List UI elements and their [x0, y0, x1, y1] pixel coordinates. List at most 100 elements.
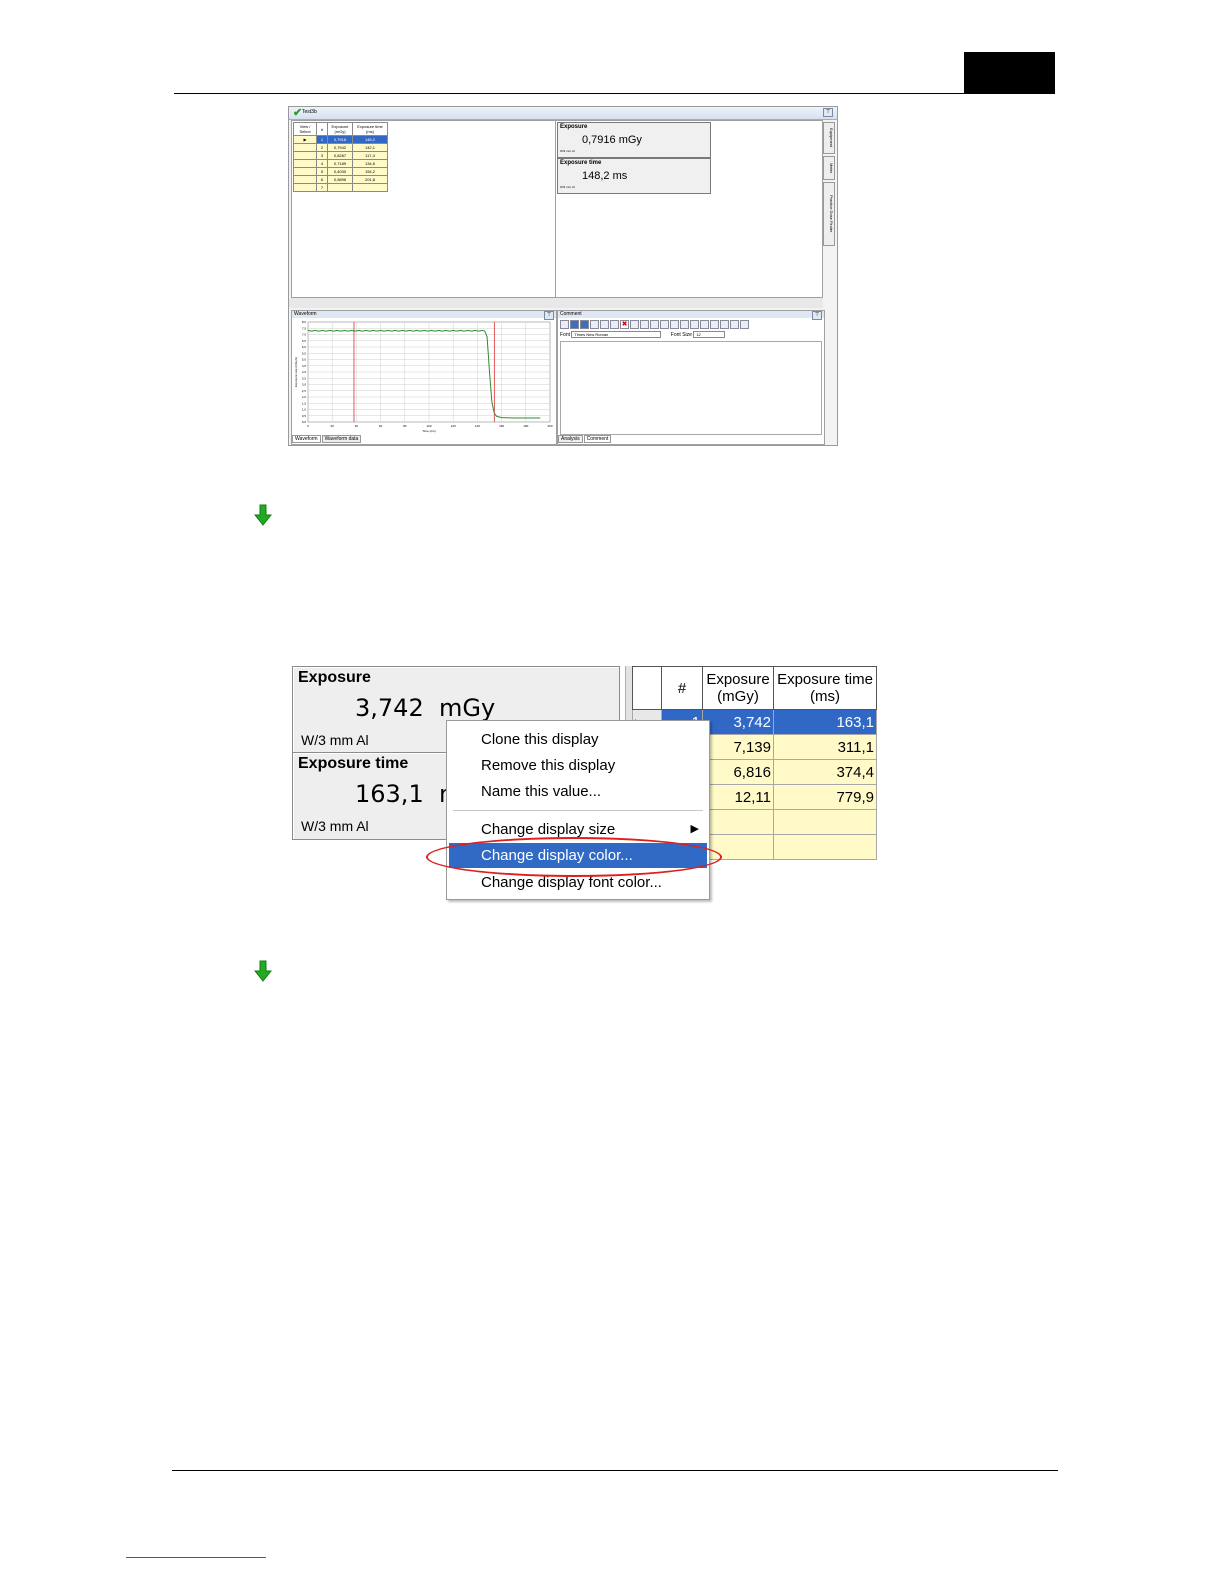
tab-waveform[interactable]: Waveform [292, 435, 321, 443]
row-number-cell[interactable]: 7 [316, 183, 328, 192]
exposure-cell[interactable]: 0,4030 [327, 167, 353, 176]
exposure-time-cell[interactable]: 779,9 [773, 784, 877, 810]
menu-item-remove-display[interactable]: Remove this display [449, 753, 707, 778]
table-row[interactable]: 7 [293, 183, 388, 192]
row-selector-icon[interactable] [293, 159, 317, 168]
row-number-cell[interactable]: 4 [316, 159, 328, 168]
exposure-cell[interactable] [702, 809, 774, 835]
display-label: Exposure time [560, 160, 602, 166]
exposure-time-cell[interactable]: 148,2 [352, 135, 388, 144]
table-row[interactable]: 2 0,7942 142,1 [293, 143, 388, 152]
exposure-time-cell[interactable]: 311,1 [773, 734, 877, 760]
exposure-cell[interactable]: 0,7916 [327, 135, 353, 144]
exposure-cell[interactable]: 0,8287 [327, 151, 353, 160]
row-number-cell[interactable]: 5 [316, 167, 328, 176]
y-tick-label: 7,0 [302, 333, 307, 337]
copy-icon[interactable] [590, 320, 599, 329]
tab-analysis[interactable]: Analysis [558, 435, 583, 443]
side-tab-meter[interactable]: Meter [823, 156, 835, 180]
row-number-cell[interactable]: 2 [316, 143, 328, 152]
font-size-select[interactable]: 12 [693, 331, 726, 338]
format-icon[interactable] [610, 320, 619, 329]
exposure-cell[interactable]: 0,7189 [327, 159, 353, 168]
exposure-time-display[interactable]: Exposure time 148,2 ms W/3 mm Al [557, 158, 711, 194]
menu-item-clone-display[interactable]: Clone this display [449, 727, 707, 752]
exposure-time-cell[interactable]: 374,4 [773, 759, 877, 785]
justify-icon[interactable] [700, 320, 709, 329]
paste-icon[interactable] [600, 320, 609, 329]
highlight-icon[interactable] [720, 320, 729, 329]
col-header-exposure[interactable]: Exposure (mGy) [702, 666, 774, 710]
underline-icon[interactable] [650, 320, 659, 329]
y-tick-label: 2,5 [302, 389, 307, 393]
table-row[interactable]: 5 0,4030 154,2 [293, 167, 388, 176]
exposure-cell[interactable] [327, 183, 353, 192]
table-row[interactable]: 6 0,5896 201,8 [293, 175, 388, 184]
row-number-cell[interactable]: 3 [316, 151, 328, 160]
align-center-icon[interactable] [680, 320, 689, 329]
menu-item-label: Name this value... [481, 783, 602, 800]
row-number-cell[interactable]: 6 [316, 175, 328, 184]
col-header-exposure-time[interactable]: Exposure time (ms) [352, 122, 388, 136]
exposure-time-cell[interactable] [352, 183, 388, 192]
row-number-cell[interactable]: 1 [316, 135, 328, 144]
table-row[interactable]: 3 0,8287 117,4 [293, 151, 388, 160]
tab-comment[interactable]: Comment [583, 435, 612, 443]
footer-link-underline[interactable] [126, 1557, 266, 1558]
col-header-number[interactable]: # [661, 666, 703, 710]
pin-icon[interactable]: ⊤ [823, 108, 833, 117]
col-header-number[interactable]: # [316, 122, 328, 136]
align-right-icon[interactable] [690, 320, 699, 329]
side-tab-equipment[interactable]: Equipment [823, 122, 835, 154]
col-header-exposure[interactable]: Exposure (mGy) [327, 122, 353, 136]
side-tab-practice-dose-finder[interactable]: Practice Dose Finder [823, 182, 835, 246]
exposure-display[interactable]: Exposure 0,7916 mGy W/3 mm Al [557, 122, 711, 158]
col-header-exposure-time[interactable]: Exposure time (ms) [773, 666, 877, 710]
comment-pane-header: Comment ⊤ [558, 311, 824, 320]
menu-item-name-value[interactable]: Name this value... [449, 779, 707, 804]
exposure-time-cell[interactable]: 142,1 [352, 143, 388, 152]
y-tick-label: 0,0 [302, 420, 307, 424]
exposure-cell[interactable]: 7,139 [702, 734, 774, 760]
exposure-time-cell[interactable] [773, 809, 877, 835]
exposure-time-cell[interactable]: 134,6 [352, 159, 388, 168]
strikethrough-icon[interactable] [660, 320, 669, 329]
save-icon[interactable] [580, 320, 589, 329]
font-select[interactable]: Times New Roman [571, 331, 662, 338]
new-icon[interactable] [560, 320, 569, 329]
tab-waveform-data[interactable]: Waveform data [321, 435, 362, 443]
exposure-cell[interactable]: 0,7942 [327, 143, 353, 152]
row-selector-icon[interactable]: ▶ [293, 135, 317, 144]
row-selector-icon[interactable] [293, 143, 317, 152]
y-tick-label: 5,5 [302, 351, 307, 355]
y-tick-label: 1,0 [302, 408, 307, 412]
display-filter-note: W/3 mm Al [560, 149, 575, 153]
bold-icon[interactable] [630, 320, 639, 329]
row-selector-icon[interactable] [293, 175, 317, 184]
exposure-time-cell[interactable]: 154,2 [352, 167, 388, 176]
exposure-time-cell[interactable]: 117,4 [352, 151, 388, 160]
table-row[interactable]: ▶ 1 0,7916 148,2 [293, 135, 388, 144]
exposure-cell[interactable]: 12,11 [702, 784, 774, 810]
pane-splitter[interactable] [289, 298, 823, 308]
undo-icon[interactable] [730, 320, 739, 329]
table-row[interactable]: 4 0,7189 134,6 [293, 159, 388, 168]
open-icon[interactable] [570, 320, 579, 329]
exposure-time-cell[interactable]: 163,1 [773, 709, 877, 735]
exposure-cell[interactable]: 6,816 [702, 759, 774, 785]
font-color-icon[interactable] [710, 320, 719, 329]
align-left-icon[interactable] [670, 320, 679, 329]
exposure-cell[interactable]: 0,5896 [327, 175, 353, 184]
delete-icon[interactable]: ✖ [620, 320, 629, 329]
exposure-cell[interactable]: 3,742 [702, 709, 774, 735]
redo-icon[interactable] [740, 320, 749, 329]
row-selector-icon[interactable] [293, 151, 317, 160]
italic-icon[interactable] [640, 320, 649, 329]
exposure-time-cell[interactable] [773, 834, 877, 860]
comment-text-area[interactable] [560, 341, 822, 435]
pin-icon[interactable]: ⊤ [812, 311, 822, 320]
col-header-view-select[interactable]: View / Select [293, 122, 317, 136]
row-selector-icon[interactable] [293, 183, 317, 192]
exposure-time-cell[interactable]: 201,8 [352, 175, 388, 184]
row-selector-icon[interactable] [293, 167, 317, 176]
